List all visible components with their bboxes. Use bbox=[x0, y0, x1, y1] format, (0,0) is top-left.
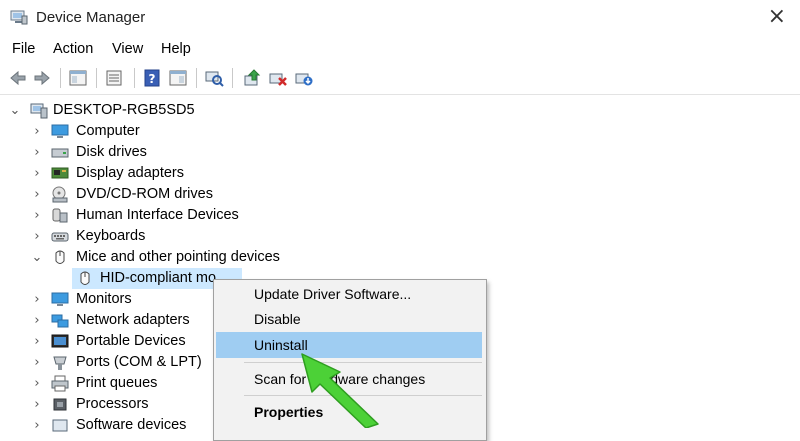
toolbar: ? bbox=[0, 62, 800, 95]
tree-item-label: Keyboards bbox=[76, 228, 146, 244]
monitor-icon bbox=[51, 292, 69, 306]
expand-chevron-icon[interactable]: › bbox=[31, 394, 43, 415]
tree-item-label: Print queues bbox=[76, 375, 158, 391]
title-bar: Device Manager × bbox=[0, 0, 800, 36]
menu-item-label: Update Driver Software... bbox=[254, 286, 412, 302]
update-driver-icon[interactable] bbox=[242, 68, 262, 88]
expand-chevron-icon[interactable]: › bbox=[31, 184, 43, 205]
scan-hardware-icon[interactable] bbox=[204, 68, 224, 88]
expand-chevron-icon[interactable]: › bbox=[31, 226, 43, 247]
expand-chevron-icon[interactable]: › bbox=[31, 163, 43, 184]
tree-item-label: Disk drives bbox=[76, 144, 147, 160]
hid-icon bbox=[52, 208, 68, 223]
tree-item-dvd-drives[interactable]: › DVD/CD-ROM drives bbox=[0, 184, 800, 205]
tree-item-label: Portable Devices bbox=[76, 333, 186, 349]
tree-item-label: Computer bbox=[76, 123, 140, 139]
expand-chevron-icon[interactable]: › bbox=[31, 373, 43, 394]
toolbar-separator bbox=[96, 68, 97, 88]
tree-item-label: Ports (COM & LPT) bbox=[76, 354, 202, 370]
portable-device-icon bbox=[51, 334, 69, 348]
expand-chevron-icon[interactable]: › bbox=[31, 142, 43, 163]
tree-item-label: Monitors bbox=[76, 291, 132, 307]
expand-chevron-icon[interactable]: › bbox=[31, 352, 43, 373]
tree-item-display-adapters[interactable]: › Display adapters bbox=[0, 163, 800, 184]
tree-root-row[interactable]: ⌄ DESKTOP-RGB5SD5 bbox=[0, 100, 800, 121]
tree-item-mice[interactable]: ⌄ Mice and other pointing devices bbox=[0, 247, 800, 268]
forward-icon[interactable] bbox=[32, 68, 52, 88]
toolbar-separator bbox=[232, 68, 233, 88]
tree-item-hid[interactable]: › Human Interface Devices bbox=[0, 205, 800, 226]
menu-file[interactable]: File bbox=[12, 41, 35, 57]
port-icon bbox=[53, 356, 67, 370]
device-manager-icon bbox=[10, 10, 28, 25]
back-icon[interactable] bbox=[8, 68, 28, 88]
collapse-chevron-icon[interactable]: ⌄ bbox=[31, 247, 43, 268]
close-icon[interactable]: × bbox=[768, 6, 786, 28]
display-adapter-icon bbox=[51, 167, 69, 179]
menu-bar: File Action View Help bbox=[0, 36, 800, 62]
collapse-chevron-icon[interactable]: ⌄ bbox=[9, 100, 21, 121]
tree-item-label: Display adapters bbox=[76, 165, 184, 181]
toolbar-separator bbox=[134, 68, 135, 88]
software-device-icon bbox=[52, 419, 68, 432]
menu-item-label: Disable bbox=[254, 311, 301, 327]
action-view-icon[interactable] bbox=[168, 68, 188, 88]
computer-icon bbox=[51, 124, 69, 138]
processor-icon bbox=[53, 398, 67, 411]
add-legacy-icon[interactable] bbox=[294, 68, 314, 88]
keyboard-icon bbox=[51, 232, 69, 242]
tree-item-label: Human Interface Devices bbox=[76, 207, 239, 223]
expand-chevron-icon[interactable]: › bbox=[31, 331, 43, 352]
tree-item-label: Network adapters bbox=[76, 312, 190, 328]
menu-view[interactable]: View bbox=[112, 41, 143, 57]
window-title: Device Manager bbox=[36, 9, 146, 26]
computer-root-icon bbox=[30, 103, 48, 119]
tree-item-disk-drives[interactable]: › Disk drives bbox=[0, 142, 800, 163]
tree-item-label: Mice and other pointing devices bbox=[76, 249, 280, 265]
toolbar-separator bbox=[196, 68, 197, 88]
tree-item-label: HID-compliant mo bbox=[100, 270, 217, 286]
mouse-icon bbox=[55, 250, 65, 264]
tree-item-keyboards[interactable]: › Keyboards bbox=[0, 226, 800, 247]
tree-item-computer[interactable]: › Computer bbox=[0, 121, 800, 142]
properties-pane-icon[interactable] bbox=[68, 68, 88, 88]
menu-action[interactable]: Action bbox=[53, 41, 93, 57]
help-icon[interactable]: ? bbox=[142, 68, 162, 88]
svg-text:?: ? bbox=[149, 72, 156, 86]
network-adapter-icon bbox=[51, 314, 69, 328]
toolbar-separator bbox=[60, 68, 61, 88]
show-hidden-icon[interactable] bbox=[104, 68, 124, 88]
tree-item-label: DVD/CD-ROM drives bbox=[76, 186, 213, 202]
menu-update-driver[interactable]: Update Driver Software... bbox=[214, 281, 486, 307]
expand-chevron-icon[interactable]: › bbox=[31, 310, 43, 331]
expand-chevron-icon[interactable]: › bbox=[31, 205, 43, 226]
tree-item-label: Processors bbox=[76, 396, 149, 412]
expand-chevron-icon[interactable]: › bbox=[31, 121, 43, 142]
mouse-icon bbox=[80, 271, 90, 285]
expand-chevron-icon[interactable]: › bbox=[31, 415, 43, 436]
dvd-drive-icon bbox=[52, 186, 68, 203]
uninstall-device-icon[interactable] bbox=[268, 68, 288, 88]
menu-disable[interactable]: Disable bbox=[214, 306, 486, 332]
printer-icon bbox=[51, 375, 69, 392]
disk-drive-icon bbox=[51, 148, 69, 158]
expand-chevron-icon[interactable]: › bbox=[31, 289, 43, 310]
computer-name: DESKTOP-RGB5SD5 bbox=[53, 102, 195, 118]
annotation-arrow-icon bbox=[301, 353, 379, 428]
tree-item-label: Software devices bbox=[76, 417, 187, 433]
menu-help[interactable]: Help bbox=[161, 41, 191, 57]
